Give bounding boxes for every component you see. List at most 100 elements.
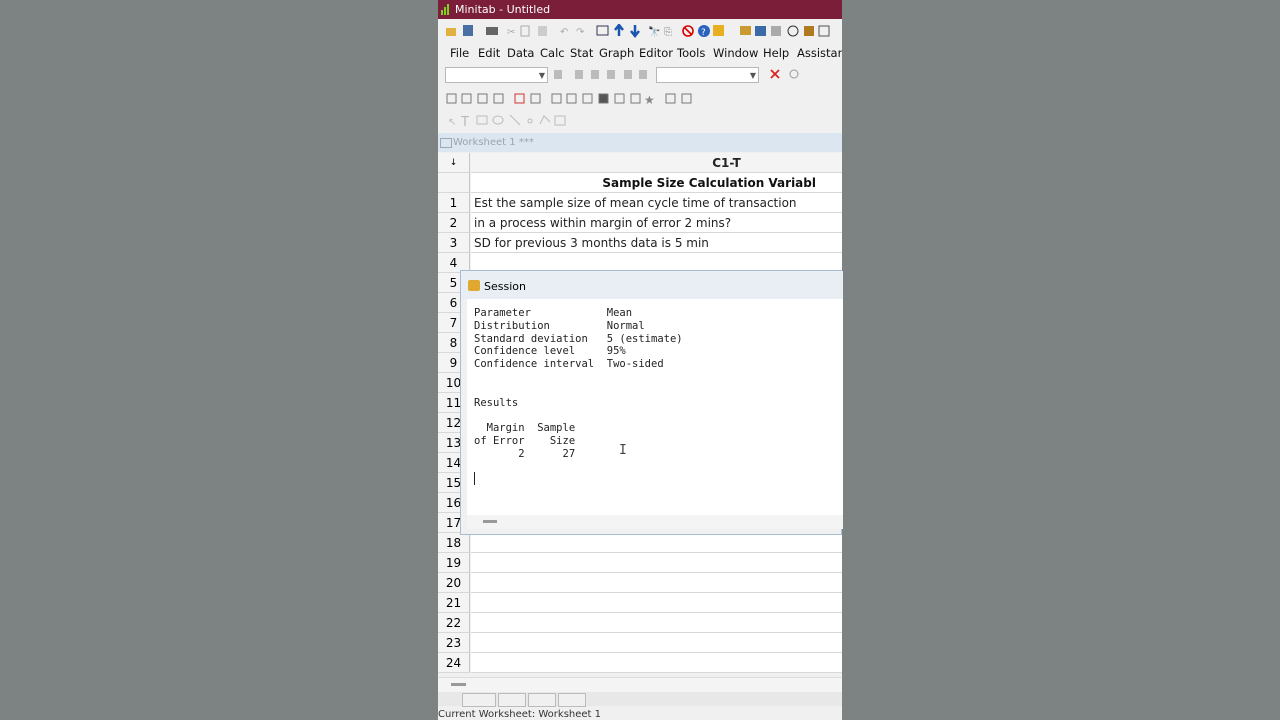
menu-bar: File Edit Data Calc Stat Graph Editor To… — [438, 42, 842, 63]
window-title: Minitab - Untitled — [455, 3, 551, 16]
tab-session[interactable] — [528, 693, 556, 707]
project-manager-icon — [740, 26, 751, 35]
session-horizontal-scrollbar[interactable] — [467, 515, 843, 529]
graph-editing-toolbar: ★ — [438, 88, 842, 110]
close-icon — [770, 69, 780, 79]
cancel-icon — [682, 25, 694, 37]
arrow-up-icon — [614, 24, 624, 36]
menu-assistant[interactable]: Assistant — [797, 46, 842, 60]
table-cell[interactable] — [471, 573, 842, 593]
column-id-header[interactable]: C1-T — [471, 153, 842, 173]
select-all-corner[interactable]: ↓ — [438, 153, 470, 173]
undo-icon: ↶ — [560, 27, 568, 38]
svg-text:↶: ↶ — [560, 27, 568, 38]
table-cell[interactable]: Est the sample size of mean cycle time o… — [471, 193, 842, 213]
session-title-bar[interactable]: Session — [461, 271, 843, 299]
replace-icon: ⎘ — [664, 27, 672, 38]
scrollbar-thumb[interactable] — [483, 520, 497, 523]
status-bar: Current Worksheet: Worksheet 1 — [438, 708, 842, 720]
session-icon — [468, 280, 480, 291]
horizontal-scrollbar[interactable] — [438, 677, 842, 692]
history-icon — [804, 26, 814, 36]
svg-text:?: ? — [701, 28, 706, 38]
session-window-icon — [755, 26, 766, 36]
table-cell[interactable]: in a process within margin of error 2 mi… — [471, 213, 842, 233]
column-name-header[interactable]: Sample Size Calculation Variabl — [471, 173, 842, 193]
save-icon — [463, 25, 473, 36]
menu-graph[interactable]: Graph — [599, 46, 634, 60]
redo-icon: ↷ — [576, 27, 585, 38]
line-tool-icon — [509, 114, 521, 126]
zoom-icon — [789, 69, 799, 79]
table-cell[interactable] — [471, 593, 842, 613]
paste-icon — [538, 26, 547, 36]
session-output-area[interactable]: Parameter Mean Distribution Normal Stand… — [467, 299, 843, 529]
tab-worksheet[interactable] — [498, 693, 526, 707]
project-tabs — [438, 692, 842, 707]
print-icon — [486, 27, 498, 35]
worksheet-title: Worksheet 1 *** — [453, 137, 534, 148]
assistant-icon — [713, 25, 724, 36]
menu-tools[interactable]: Tools — [677, 46, 705, 60]
session-output-text: Parameter Mean Distribution Normal Stand… — [474, 307, 683, 460]
table-cell[interactable] — [471, 613, 842, 633]
menu-editor[interactable]: Editor — [639, 46, 673, 60]
svg-text:✂: ✂ — [507, 27, 515, 38]
row-number[interactable]: 23 — [438, 633, 470, 653]
row-number[interactable]: 18 — [438, 533, 470, 553]
title-bar: Minitab - Untitled — [438, 0, 842, 19]
i-beam-cursor-icon: I — [619, 443, 627, 458]
tab-graphs[interactable] — [558, 693, 586, 707]
menu-file[interactable]: File — [450, 46, 469, 60]
ellipse-tool-icon — [492, 115, 504, 125]
menu-edit[interactable]: Edit — [478, 46, 500, 60]
info-icon — [787, 25, 799, 37]
worksheet-toolbar: ▼ ▼ — [438, 64, 842, 86]
row-number[interactable]: 21 — [438, 593, 470, 613]
row-number[interactable]: 3 — [438, 233, 470, 253]
table-cell[interactable] — [471, 533, 842, 553]
text-tool-icon: T — [460, 115, 469, 130]
polygon-tool-icon — [554, 115, 566, 126]
worksheet-icon — [440, 138, 452, 148]
menu-help[interactable]: Help — [763, 46, 789, 60]
tab-project[interactable] — [462, 693, 496, 707]
table-cell[interactable] — [471, 553, 842, 573]
svg-text:🔭: 🔭 — [648, 25, 660, 38]
menu-calc[interactable]: Calc — [540, 46, 565, 60]
status-text: Current Worksheet: Worksheet 1 — [438, 709, 602, 720]
polyline-tool-icon — [539, 115, 551, 125]
row-number[interactable]: 1 — [438, 193, 470, 213]
worksheet-icon — [771, 26, 781, 36]
annotation-toolbar: ↖ T — [438, 110, 842, 132]
svg-text:★: ★ — [644, 93, 655, 107]
window-icon — [596, 25, 609, 36]
pointer-icon: ↖ — [448, 117, 456, 128]
text-cursor — [474, 472, 475, 485]
svg-text:↖: ↖ — [448, 117, 456, 128]
table-cell[interactable]: SD for previous 3 months data is 5 min — [471, 233, 842, 253]
menu-window[interactable]: Window — [713, 46, 758, 60]
copy-icon — [520, 25, 530, 37]
worksheet-title-bar: Worksheet 1 *** — [438, 133, 842, 152]
table-cell[interactable] — [471, 633, 842, 653]
row-number[interactable]: 2 — [438, 213, 470, 233]
svg-text:↷: ↷ — [576, 27, 585, 38]
help-icon: ? — [698, 25, 710, 38]
session-window[interactable]: Session Parameter Mean Distribution Norm… — [460, 270, 843, 535]
graph-folder-icon — [818, 25, 830, 37]
row-header-names — [438, 173, 470, 193]
row-number[interactable]: 24 — [438, 653, 470, 673]
table-cell[interactable] — [471, 653, 842, 673]
menu-stat[interactable]: Stat — [570, 46, 593, 60]
session-title: Session — [484, 280, 526, 293]
find-icon: 🔭 — [648, 25, 660, 38]
svg-text:⎘: ⎘ — [664, 27, 672, 38]
row-number[interactable]: 20 — [438, 573, 470, 593]
row-number[interactable]: 19 — [438, 553, 470, 573]
svg-text:T: T — [460, 115, 469, 130]
scrollbar-thumb[interactable] — [451, 683, 466, 686]
marker-tool-icon — [527, 118, 533, 124]
menu-data[interactable]: Data — [507, 46, 534, 60]
row-number[interactable]: 22 — [438, 613, 470, 633]
